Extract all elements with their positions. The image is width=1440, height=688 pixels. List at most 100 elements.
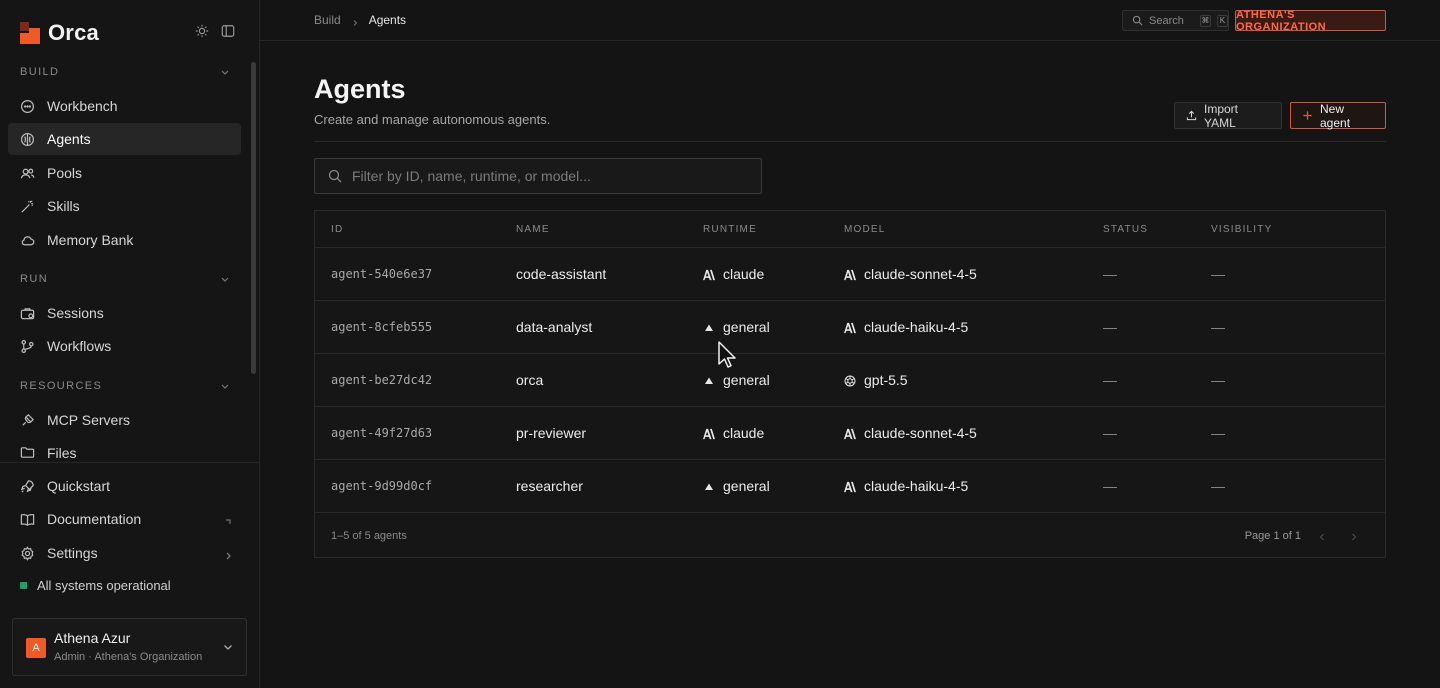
chevron-right-icon [223, 548, 233, 560]
orca-logo-icon [20, 22, 40, 44]
agent-model: claude-sonnet-4-5 [844, 425, 977, 441]
triangle-icon [703, 321, 715, 333]
model-label: claude-sonnet-4-5 [864, 425, 977, 441]
agent-runtime: claude [703, 425, 764, 441]
chevron-down-icon [220, 67, 230, 77]
sidebar-item-mcp-servers[interactable]: MCP Servers [8, 404, 241, 436]
plug-icon [20, 413, 35, 428]
prev-page-icon[interactable] [1317, 530, 1327, 541]
search-button[interactable]: Search ⌘ K [1122, 10, 1229, 31]
runtime-label: general [723, 372, 770, 388]
sidebar-item-agents[interactable]: Agents [8, 123, 241, 155]
sidebar-item-sessions[interactable]: Sessions [8, 297, 241, 329]
chevron-right-icon [351, 16, 359, 26]
table-row[interactable]: agent-9d99d0cf researcher general claude-ha… [315, 460, 1385, 513]
anthropic-icon [844, 480, 856, 493]
agent-status: — [1103, 425, 1117, 441]
sidebar-divider [0, 462, 259, 463]
runtime-label: claude [723, 425, 765, 441]
agents-table: ID NAME RUNTIME MODEL STATUS VISIBILITY … [314, 210, 1386, 558]
sun-icon[interactable] [195, 24, 209, 38]
filter-field[interactable] [314, 158, 762, 194]
anthropic-icon [844, 427, 856, 440]
agent-status: — [1103, 319, 1117, 335]
gear-icon [20, 545, 35, 561]
column-status: STATUS [1103, 224, 1149, 235]
agent-runtime: general [703, 319, 770, 335]
book-icon [20, 512, 35, 527]
sidebar-item-label: Workbench [47, 98, 118, 114]
sidebar-item-label: Files [47, 445, 77, 461]
sidebar-item-label: Sessions [47, 305, 104, 321]
agent-name: data-analyst [516, 319, 593, 335]
anthropic-icon [844, 321, 856, 334]
agent-visibility: — [1211, 319, 1225, 335]
sidebar-item-label: Memory Bank [47, 232, 134, 248]
section-title: RESOURCES [20, 380, 103, 392]
section-build[interactable]: BUILD [20, 66, 230, 78]
column-id: ID [331, 224, 344, 235]
section-resources[interactable]: RESOURCES [20, 380, 230, 392]
table-row[interactable]: agent-540e6e37 code-assistant claude claude… [315, 248, 1385, 301]
model-label: claude-haiku-4-5 [864, 319, 969, 335]
header-divider [314, 141, 1386, 142]
new-agent-label: New agent [1320, 101, 1351, 130]
wand-icon [20, 199, 35, 214]
system-status[interactable]: All systems operational [20, 578, 171, 593]
user-menu[interactable]: A Athena Azur Admin · Athena's Organizat… [12, 618, 247, 676]
agent-runtime: claude [703, 266, 764, 282]
import-yaml-button[interactable]: Import YAML [1174, 102, 1282, 130]
app-name: Orca [48, 20, 99, 45]
column-name: NAME [516, 224, 550, 235]
kbd-k: K [1216, 14, 1228, 27]
sidebar-item-label: Agents [47, 131, 91, 147]
table-row[interactable]: agent-8cfeb555 data-analyst general claude-… [315, 301, 1385, 354]
table-row[interactable]: agent-49f27d63 pr-reviewer claude claude-so… [315, 407, 1385, 460]
sidebar-item-files[interactable]: Files [8, 437, 241, 462]
sidebar-item-label: Settings [47, 545, 98, 561]
org-switcher[interactable]: ATHENA'S ORGANIZATION [1235, 9, 1386, 33]
sidebar-item-workbench[interactable]: Workbench [8, 90, 241, 122]
agent-visibility: — [1211, 478, 1225, 494]
section-run[interactable]: RUN [20, 273, 230, 285]
agent-runtime: general [703, 372, 770, 388]
brand[interactable]: Orca [20, 20, 99, 46]
next-page-icon[interactable] [1349, 530, 1359, 541]
sidebar-item-workflows[interactable]: Workflows [8, 330, 241, 362]
runtime-label: general [723, 478, 770, 494]
agent-name: code-assistant [516, 266, 607, 282]
openai-icon [844, 374, 856, 387]
sidebar-toggle-icon[interactable] [221, 24, 235, 38]
breadcrumb-build[interactable]: Build [314, 13, 341, 27]
column-visibility: VISIBILITY [1211, 224, 1273, 235]
sidebar: Orca BUILD Workbench Agents Pools Skills… [0, 0, 260, 688]
section-title: RUN [20, 273, 49, 285]
agent-name: researcher [516, 478, 583, 494]
sidebar-item-memory-bank[interactable]: Memory Bank [8, 224, 241, 256]
sidebar-item-skills[interactable]: Skills [8, 190, 241, 222]
sidebar-item-settings[interactable]: Settings [8, 537, 241, 569]
rocket-icon [20, 479, 35, 494]
sidebar-item-documentation[interactable]: Documentation [8, 503, 241, 535]
page-title: Agents [314, 74, 406, 104]
sidebar-scrollbar[interactable] [251, 62, 256, 374]
cloud-icon [20, 233, 35, 248]
sidebar-item-pools[interactable]: Pools [8, 157, 241, 189]
model-label: claude-haiku-4-5 [864, 478, 969, 494]
table-row[interactable]: agent-be27dc42 orca general gpt-5.5 — — [315, 354, 1385, 407]
status-dot [20, 582, 27, 589]
breadcrumb-agents: Agents [368, 13, 407, 27]
new-agent-button[interactable]: New agent [1290, 101, 1386, 130]
agent-model: claude-haiku-4-5 [844, 319, 968, 335]
git-branch-icon [20, 339, 35, 354]
upload-icon [1186, 110, 1197, 121]
sidebar-item-label: MCP Servers [47, 412, 130, 428]
triangle-icon [703, 374, 715, 386]
column-runtime: RUNTIME [703, 224, 757, 235]
user-subtitle: Admin · Athena's Organization [54, 651, 203, 663]
chevron-down-icon [222, 641, 234, 653]
sidebar-item-quickstart[interactable]: Quickstart [8, 470, 241, 502]
agent-status: — [1103, 266, 1117, 282]
user-name: Athena Azur [54, 630, 131, 646]
filter-input[interactable] [352, 168, 732, 184]
